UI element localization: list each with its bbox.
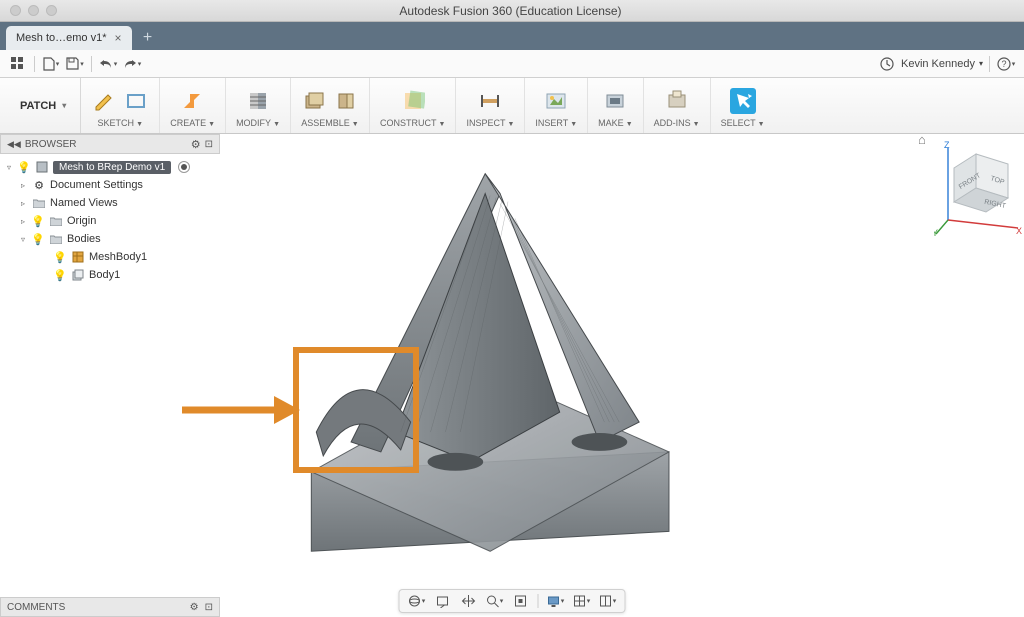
ribbon-group-make[interactable]: MAKE▼: [588, 78, 643, 133]
svg-text:Z: Z: [944, 140, 950, 150]
svg-text:Y: Y: [934, 228, 938, 236]
lightbulb-icon[interactable]: 💡: [17, 161, 31, 174]
job-status-icon[interactable]: [877, 54, 897, 74]
tree-root[interactable]: ▿ 💡 Mesh to BRep Demo v1: [0, 158, 220, 176]
solid-body-icon: [70, 269, 86, 281]
browser-panel: ◀◀ BROWSER ⚙ ⊡ ▿ 💡 Mesh to BRep Demo v1 …: [0, 134, 220, 288]
user-name-label: Kevin Kennedy: [901, 58, 975, 70]
ribbon-group-assemble[interactable]: ASSEMBLE▼: [291, 78, 370, 133]
lightbulb-icon[interactable]: 💡: [53, 269, 67, 282]
gear-icon: ⚙: [31, 179, 47, 192]
close-window-dot[interactable]: [10, 5, 21, 16]
comments-settings-icon[interactable]: ⚙: [190, 602, 199, 613]
pan-icon[interactable]: [458, 591, 480, 611]
select-icon: [730, 88, 756, 114]
svg-text:?: ?: [1001, 59, 1006, 69]
ribbon-group-select[interactable]: SELECT▼: [711, 78, 775, 133]
orbit-icon[interactable]: ▾: [406, 591, 428, 611]
insert-icon: [543, 88, 569, 114]
viewport-layout-icon[interactable]: ▾: [597, 591, 619, 611]
comments-pin-icon[interactable]: ⊡: [205, 602, 213, 613]
zoom-window-dot[interactable]: [46, 5, 57, 16]
active-component-radio[interactable]: [178, 161, 190, 173]
browser-settings-icon[interactable]: ⚙: [191, 138, 201, 151]
svg-text:X: X: [1016, 226, 1022, 236]
ribbon-group-insert[interactable]: INSERT▼: [525, 78, 588, 133]
expand-icon[interactable]: ▹: [18, 199, 28, 208]
save-icon[interactable]: ▾: [65, 54, 85, 74]
tree-item-origin[interactable]: ▹ 💡 Origin: [0, 212, 220, 230]
folder-icon: [31, 198, 47, 208]
quick-access-toolbar: ▾ ▾ ▾ ▾ Kevin Kennedy ▾ ?▾: [0, 50, 1024, 78]
browser-pin-icon[interactable]: ⊡: [205, 139, 213, 150]
comments-label: COMMENTS: [7, 602, 65, 613]
display-settings-icon[interactable]: ▾: [545, 591, 567, 611]
look-at-icon[interactable]: [432, 591, 454, 611]
folder-icon: [48, 234, 64, 244]
expand-icon[interactable]: ▹: [18, 217, 28, 226]
close-tab-icon[interactable]: ×: [114, 31, 121, 45]
expand-icon[interactable]: ▹: [18, 181, 28, 190]
sketch-icon: [91, 88, 117, 114]
expand-icon[interactable]: ▿: [18, 235, 28, 244]
ribbon-group-modify[interactable]: MODIFY▼: [226, 78, 291, 133]
workspace-selector[interactable]: PATCH: [6, 78, 81, 133]
mesh-body-icon: [70, 251, 86, 263]
fit-icon[interactable]: [510, 591, 532, 611]
grid-settings-icon[interactable]: ▾: [571, 591, 593, 611]
assemble-icon-2: [333, 88, 359, 114]
lightbulb-icon[interactable]: 💡: [31, 215, 45, 228]
tree-root-label: Mesh to BRep Demo v1: [53, 161, 171, 174]
undo-icon[interactable]: ▾: [98, 54, 118, 74]
construct-icon: [400, 88, 426, 114]
modify-icon: [245, 88, 271, 114]
new-tab-button[interactable]: +: [136, 26, 160, 50]
inspect-icon: [477, 88, 503, 114]
ribbon-group-construct[interactable]: CONSTRUCT▼: [370, 78, 456, 133]
viewcube-home-icon[interactable]: ⌂: [918, 132, 926, 147]
folder-icon: [48, 216, 64, 226]
file-menu-icon[interactable]: ▾: [41, 54, 61, 74]
component-icon: [34, 161, 50, 173]
viewcube[interactable]: ⌂ Z X Y TOP FRONT RIGHT: [934, 140, 1006, 212]
workspace-label: PATCH: [20, 100, 56, 112]
lightbulb-icon[interactable]: 💡: [53, 251, 67, 264]
redo-icon[interactable]: ▾: [122, 54, 142, 74]
tree-item-meshbody[interactable]: 💡 MeshBody1: [0, 248, 220, 266]
tree-item-body1[interactable]: 💡 Body1: [0, 266, 220, 284]
ribbon-toolbar: PATCH SKETCH▼ CREATE▼ MODIFY▼ ASSEMBLE▼ …: [0, 78, 1024, 134]
browser-header-label: BROWSER: [25, 139, 77, 150]
ribbon-group-create[interactable]: CREATE▼: [160, 78, 226, 133]
zoom-icon[interactable]: ▾: [484, 591, 506, 611]
browser-header[interactable]: ◀◀ BROWSER ⚙ ⊡: [0, 134, 220, 154]
tab-label: Mesh to…emo v1*: [16, 32, 106, 44]
browser-tree: ▿ 💡 Mesh to BRep Demo v1 ▹ ⚙ Document Se…: [0, 154, 220, 288]
addins-icon: [664, 88, 690, 114]
comments-panel-header[interactable]: COMMENTS ⚙ ⊡: [0, 597, 220, 617]
tree-item-bodies[interactable]: ▿ 💡 Bodies: [0, 230, 220, 248]
ribbon-group-sketch[interactable]: SKETCH▼: [81, 78, 160, 133]
data-panel-icon[interactable]: [8, 54, 28, 74]
document-tab[interactable]: Mesh to…emo v1* ×: [6, 26, 132, 50]
make-icon: [602, 88, 628, 114]
help-icon[interactable]: ?▾: [996, 54, 1016, 74]
expand-icon[interactable]: ▿: [4, 163, 14, 172]
ribbon-group-inspect[interactable]: INSPECT▼: [456, 78, 525, 133]
document-tabstrip: Mesh to…emo v1* × +: [0, 22, 1024, 50]
ribbon-group-addins[interactable]: ADD-INS▼: [644, 78, 711, 133]
collapse-icon[interactable]: ◀◀: [7, 139, 21, 150]
macos-titlebar: Autodesk Fusion 360 (Education License): [0, 0, 1024, 22]
tree-item-named-views[interactable]: ▹ Named Views: [0, 194, 220, 212]
window-title: Autodesk Fusion 360 (Education License): [57, 4, 964, 18]
assemble-icon-1: [301, 88, 327, 114]
minimize-window-dot[interactable]: [28, 5, 39, 16]
navigation-bar: ▾ ▾ ▾ ▾ ▾: [399, 589, 626, 613]
sketch-rect-icon: [123, 88, 149, 114]
create-icon: [180, 88, 206, 114]
user-menu[interactable]: Kevin Kennedy ▾: [901, 58, 983, 70]
window-controls[interactable]: [0, 5, 57, 16]
tree-item-doc-settings[interactable]: ▹ ⚙ Document Settings: [0, 176, 220, 194]
lightbulb-icon[interactable]: 💡: [31, 233, 45, 246]
